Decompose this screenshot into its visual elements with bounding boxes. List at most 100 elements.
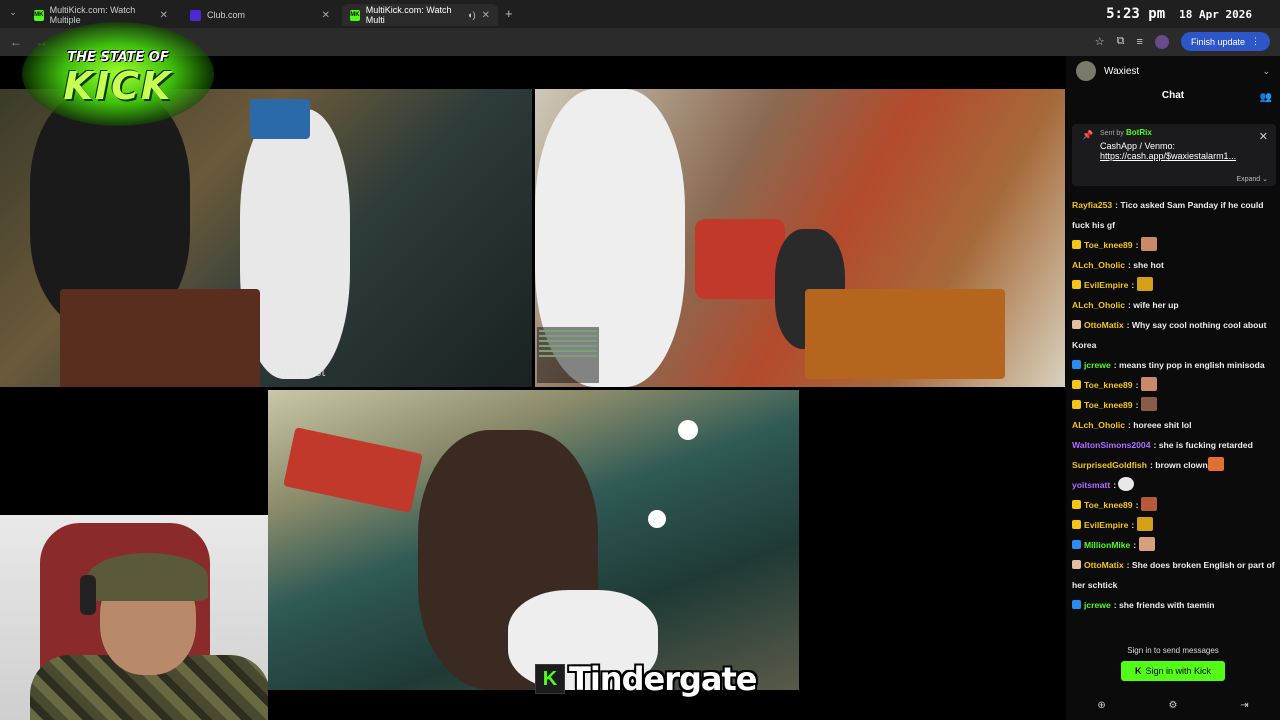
stream-video-1[interactable]: Waxiest: [0, 89, 532, 387]
chat-text: means tiny pop in english minisoda: [1119, 360, 1265, 370]
chat-username[interactable]: OttoMatix: [1084, 320, 1124, 330]
chat-message: Toe_knee89:: [1072, 395, 1278, 415]
chat-username[interactable]: SurprisedGoldfish: [1072, 460, 1147, 470]
pinned-message: 📌 ✕ Sent by BotRix CashApp / Venmo: http…: [1072, 124, 1276, 186]
chat-username[interactable]: ALch_Oholic: [1072, 420, 1125, 430]
chat-username[interactable]: WaltonSimons2004: [1072, 440, 1150, 450]
chat-username[interactable]: OttoMatix: [1084, 560, 1124, 570]
kick-logo-icon: K: [1134, 666, 1142, 676]
club-favicon-icon: [190, 9, 201, 21]
chat-message: jcrewe: means tiny pop in english miniso…: [1072, 355, 1278, 375]
sub-badge-icon: [1072, 400, 1081, 409]
face2-emote-icon: [1140, 397, 1157, 411]
chat-text: wife her up: [1133, 300, 1179, 310]
chat-message: Toe_knee89:: [1072, 235, 1278, 255]
multikick-favicon-icon: MK: [350, 9, 360, 21]
gear-icon[interactable]: ⚙: [1169, 700, 1178, 711]
chat-message: WaltonSimons2004: she is fucking retarde…: [1072, 435, 1278, 455]
mic-badge-icon: [1072, 320, 1081, 329]
address-bar[interactable]: [64, 33, 1074, 51]
chat-username[interactable]: Toe_knee89: [1084, 240, 1133, 250]
chat-message: jcrewe: she friends with taemin: [1072, 595, 1278, 615]
sub-badge-icon: [1072, 380, 1081, 389]
pinned-bot-name: BotRix: [1125, 128, 1152, 137]
chat-username[interactable]: ALch_Oholic: [1072, 300, 1125, 310]
sub-badge-icon: [1072, 240, 1081, 249]
close-icon[interactable]: ✕: [322, 10, 330, 21]
new-tab-plus-icon[interactable]: +: [505, 6, 513, 21]
light: [648, 510, 666, 528]
clock-overlay: 5:23 pm 18 Apr 2026: [1106, 6, 1252, 22]
channel-avatar: [1076, 61, 1096, 81]
chevron-down-icon[interactable]: ⌄: [1262, 66, 1270, 77]
chat-message: EvilEmpire:: [1072, 515, 1278, 535]
logo-main-text: KICK: [63, 64, 173, 108]
sub-badge-icon: [1072, 500, 1081, 509]
mini-chat-overlay: [537, 327, 599, 383]
chat-username[interactable]: Toe_knee89: [1084, 380, 1133, 390]
finish-update-label: Finish update: [1190, 36, 1245, 47]
chat-message: EvilEmpire:: [1072, 275, 1278, 295]
chat-username[interactable]: ALch_Oholic: [1072, 260, 1125, 270]
close-icon[interactable]: ✕: [482, 10, 490, 21]
chat-footer: Sign in to send messages K Sign in with …: [1066, 646, 1280, 681]
sign-in-note: Sign in to send messages: [1127, 646, 1219, 655]
state-of-kick-logo: THE STATE OF KICK: [22, 22, 214, 126]
media-controls-icon[interactable]: ≡: [1137, 36, 1143, 48]
chat-message-list: Rayfia253: Tico asked Sam Panday if he c…: [1072, 195, 1278, 615]
chat-username[interactable]: Toe_knee89: [1084, 400, 1133, 410]
face3-emote-icon: [1140, 497, 1157, 511]
close-icon[interactable]: ✕: [160, 10, 168, 21]
chat-message: OttoMatix: She does broken English or pa…: [1072, 555, 1278, 595]
chat-title-row: Chat 👥: [1066, 90, 1280, 110]
tv-screen: [250, 99, 310, 139]
exit-icon[interactable]: ⇥: [1240, 700, 1248, 711]
expand-button[interactable]: Expand ⌄: [1236, 175, 1268, 183]
chat-channel-header[interactable]: Waxiest ⌄: [1066, 56, 1280, 86]
chat-message: yoitsmatt:: [1072, 475, 1278, 495]
close-icon[interactable]: ✕: [1259, 130, 1268, 143]
table: [60, 289, 260, 387]
chat-message: ALch_Oholic: she hot: [1072, 255, 1278, 275]
chat-text: brown clown: [1155, 460, 1208, 470]
profile-avatar[interactable]: [1154, 34, 1169, 49]
finish-update-button[interactable]: Finish update ⋮: [1180, 32, 1270, 51]
chat-username[interactable]: jcrewe: [1084, 600, 1111, 610]
channel-name: Waxiest: [1104, 65, 1140, 77]
chat-username[interactable]: yoitsmatt: [1072, 480, 1110, 490]
pin-icon: 📌: [1082, 130, 1094, 140]
bookmark-star-icon[interactable]: ☆: [1095, 35, 1105, 48]
chat-separator: :: [1131, 520, 1137, 530]
chat-username[interactable]: Rayfia253: [1072, 200, 1112, 210]
stream-video-3[interactable]: [268, 390, 799, 690]
sign-board: [283, 427, 423, 513]
chat-message: Toe_knee89:: [1072, 495, 1278, 515]
stream-watermark: Waxiest: [276, 363, 326, 379]
tab-list-chevron-icon[interactable]: ⌄: [6, 7, 20, 21]
back-arrow-icon[interactable]: ←: [10, 35, 22, 49]
tab-label: Club.com: [207, 10, 246, 20]
speaker-icon[interactable]: ◖): [467, 10, 475, 20]
chat-username[interactable]: Toe_knee89: [1084, 500, 1133, 510]
extensions-puzzle-icon[interactable]: ⧉: [1117, 35, 1125, 48]
kick-logo-icon: K: [535, 664, 565, 694]
chat-username[interactable]: EvilEmpire: [1084, 280, 1128, 290]
chat-message: MillionMike:: [1072, 535, 1278, 555]
pinned-link[interactable]: https://cash.app/$waxiestalarm1...: [1100, 151, 1266, 161]
users-icon[interactable]: 👥: [1260, 92, 1272, 103]
chat-username[interactable]: jcrewe: [1084, 360, 1111, 370]
pinned-sent-by: Sent by: [1100, 130, 1124, 137]
face4-emote-icon: [1138, 537, 1155, 551]
add-user-icon[interactable]: ⊕: [1097, 700, 1105, 711]
multikick-favicon-icon: MK: [34, 9, 44, 21]
chat-text: she is fucking retarded: [1158, 440, 1253, 450]
sign-in-button[interactable]: K Sign in with Kick: [1121, 661, 1225, 681]
tab-multikick-2[interactable]: MK MultiKick.com: Watch Multi ◖) ✕: [342, 4, 498, 26]
chat-username[interactable]: MillionMike: [1084, 540, 1130, 550]
headset-icon: [80, 575, 96, 615]
stream-video-2[interactable]: [535, 89, 1065, 387]
chat-username[interactable]: EvilEmpire: [1084, 520, 1128, 530]
mic-badge-icon: [1072, 560, 1081, 569]
sub-badge-icon: [1072, 520, 1081, 529]
blue-badge-icon: [1072, 600, 1081, 609]
